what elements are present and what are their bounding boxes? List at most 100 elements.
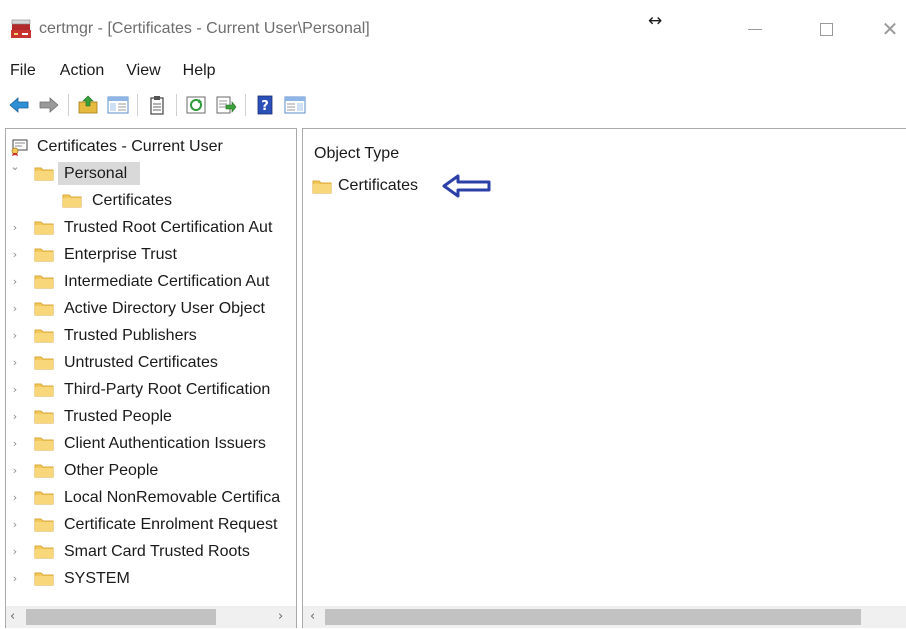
- tree-item[interactable]: › Untrusted Certificates: [6, 349, 296, 376]
- folder-icon: [34, 165, 54, 181]
- tree-item[interactable]: › Other People: [6, 457, 296, 484]
- tree-item-label: Active Directory User Object: [64, 299, 265, 317]
- show-hide-console-tree-button[interactable]: [107, 94, 129, 116]
- list-item-label: Certificates: [338, 177, 419, 194]
- chevron-right-icon[interactable]: ›: [9, 437, 21, 450]
- tree-item[interactable]: ⌄ Personal: [6, 160, 296, 187]
- tree-item[interactable]: › SYSTEM: [6, 565, 296, 592]
- tree-item[interactable]: › Local NonRemovable Certifica: [6, 484, 296, 511]
- tree-item-label: Trusted Root Certification Aut: [64, 218, 273, 236]
- action-pane-icon: [284, 96, 306, 114]
- forward-button[interactable]: [38, 94, 60, 116]
- show-hide-action-pane-button[interactable]: [284, 94, 306, 116]
- tree-item[interactable]: › Intermediate Certification Aut: [6, 268, 296, 295]
- export-list-button[interactable]: [215, 94, 237, 116]
- tree-item[interactable]: › Trusted Publishers: [6, 322, 296, 349]
- tree-item[interactable]: › Enterprise Trust: [6, 241, 296, 268]
- tree-item-label: SYSTEM: [64, 569, 130, 587]
- chevron-right-icon[interactable]: ›: [9, 329, 21, 342]
- tree-item[interactable]: › Trusted People: [6, 403, 296, 430]
- refresh-button[interactable]: [185, 94, 207, 116]
- tree-item[interactable]: Certificates: [6, 187, 296, 214]
- toolbar-separator: [68, 94, 69, 116]
- menu-file[interactable]: File: [0, 62, 48, 80]
- tree-item[interactable]: › Third-Party Root Certification: [6, 376, 296, 403]
- chevron-right-icon[interactable]: ›: [9, 518, 21, 531]
- folder-icon: [62, 192, 82, 208]
- maximize-button[interactable]: [806, 14, 846, 44]
- help-button[interactable]: ?: [254, 94, 276, 116]
- folder-icon: [312, 180, 332, 194]
- svg-text:?: ?: [261, 99, 269, 114]
- refresh-icon: [186, 96, 206, 114]
- tree-item-label: Certificates: [92, 191, 173, 209]
- chevron-right-icon[interactable]: ›: [9, 464, 21, 477]
- menu-view[interactable]: View: [126, 62, 172, 80]
- close-icon: ✕: [881, 17, 899, 41]
- menu-bar: File Action View Help: [0, 57, 906, 85]
- certmgr-app-icon: [11, 19, 31, 38]
- tree-item-label: Certificate Enrolment Request: [64, 515, 278, 533]
- up-folder-icon: [78, 95, 98, 114]
- tree-horizontal-scrollbar[interactable]: ‹ ›: [6, 606, 296, 628]
- tree-item[interactable]: › Active Directory User Object: [6, 295, 296, 322]
- folder-icon: [34, 462, 54, 478]
- tree-item-label: Other People: [64, 461, 159, 479]
- folder-icon: [34, 435, 54, 451]
- tree-root-label: Certificates - Current User: [37, 137, 223, 155]
- chevron-right-icon[interactable]: ›: [9, 572, 21, 585]
- tree-item[interactable]: › Certificate Enrolment Request: [6, 511, 296, 538]
- folder-icon: [34, 300, 54, 316]
- chevron-right-icon[interactable]: ›: [9, 491, 21, 504]
- list-item-certificates[interactable]: Certificates: [312, 174, 418, 198]
- folder-icon: [34, 381, 54, 397]
- scroll-left-icon[interactable]: ‹: [10, 609, 15, 624]
- toolbar: ?: [0, 90, 906, 120]
- tree-root[interactable]: Certificates - Current User: [6, 133, 296, 160]
- chevron-down-icon[interactable]: ⌄: [9, 160, 21, 173]
- tree-item[interactable]: › Trusted Root Certification Aut: [6, 214, 296, 241]
- maximize-icon: [819, 22, 833, 36]
- close-button[interactable]: ✕: [870, 14, 906, 44]
- toolbar-separator: [176, 94, 177, 116]
- show-hide-tree-icon: [107, 96, 129, 114]
- chevron-right-icon[interactable]: ›: [9, 275, 21, 288]
- tree-item-label: Client Authentication Issuers: [64, 434, 266, 452]
- window-title: certmgr - [Certificates - Current User\P…: [39, 20, 370, 37]
- toolbar-separator: [245, 94, 246, 116]
- folder-icon: [34, 543, 54, 559]
- tree-item[interactable]: › Client Authentication Issuers: [6, 430, 296, 457]
- scrollbar-thumb[interactable]: [325, 609, 861, 625]
- menu-help[interactable]: Help: [183, 62, 228, 80]
- folder-icon: [34, 327, 54, 343]
- back-icon: [9, 97, 29, 113]
- scroll-left-icon[interactable]: ‹: [310, 609, 315, 624]
- tree-item-label: Intermediate Certification Aut: [64, 272, 270, 290]
- column-header-object-type[interactable]: Object Type: [314, 145, 399, 163]
- menu-action[interactable]: Action: [60, 62, 116, 80]
- back-button[interactable]: [8, 94, 30, 116]
- chevron-right-icon[interactable]: ›: [9, 545, 21, 558]
- chevron-right-icon[interactable]: ›: [9, 383, 21, 396]
- folder-icon: [34, 273, 54, 289]
- tree-item-label: Smart Card Trusted Roots: [64, 542, 250, 560]
- chevron-right-icon[interactable]: ›: [9, 221, 21, 234]
- chevron-right-icon[interactable]: ›: [9, 410, 21, 423]
- up-one-level-button[interactable]: [77, 94, 99, 116]
- minimize-button[interactable]: [735, 14, 775, 44]
- chevron-right-icon[interactable]: ›: [9, 302, 21, 315]
- help-icon: ?: [257, 95, 273, 115]
- scroll-right-icon[interactable]: ›: [278, 609, 283, 624]
- properties-button[interactable]: [146, 94, 168, 116]
- console-tree-pane: Certificates - Current User ⌄ Personal Cer…: [5, 128, 297, 628]
- chevron-right-icon[interactable]: ›: [9, 356, 21, 369]
- annotation-arrow-icon: [442, 174, 491, 198]
- results-horizontal-scrollbar[interactable]: ‹: [303, 606, 906, 628]
- scrollbar-thumb[interactable]: [26, 609, 216, 625]
- tree-item[interactable]: › Smart Card Trusted Roots: [6, 538, 296, 565]
- chevron-right-icon[interactable]: ›: [9, 248, 21, 261]
- resize-cursor-icon: ↔: [648, 11, 663, 31]
- forward-icon: [39, 97, 59, 113]
- tree-item-label: Untrusted Certificates: [64, 353, 218, 371]
- folder-icon: [34, 489, 54, 505]
